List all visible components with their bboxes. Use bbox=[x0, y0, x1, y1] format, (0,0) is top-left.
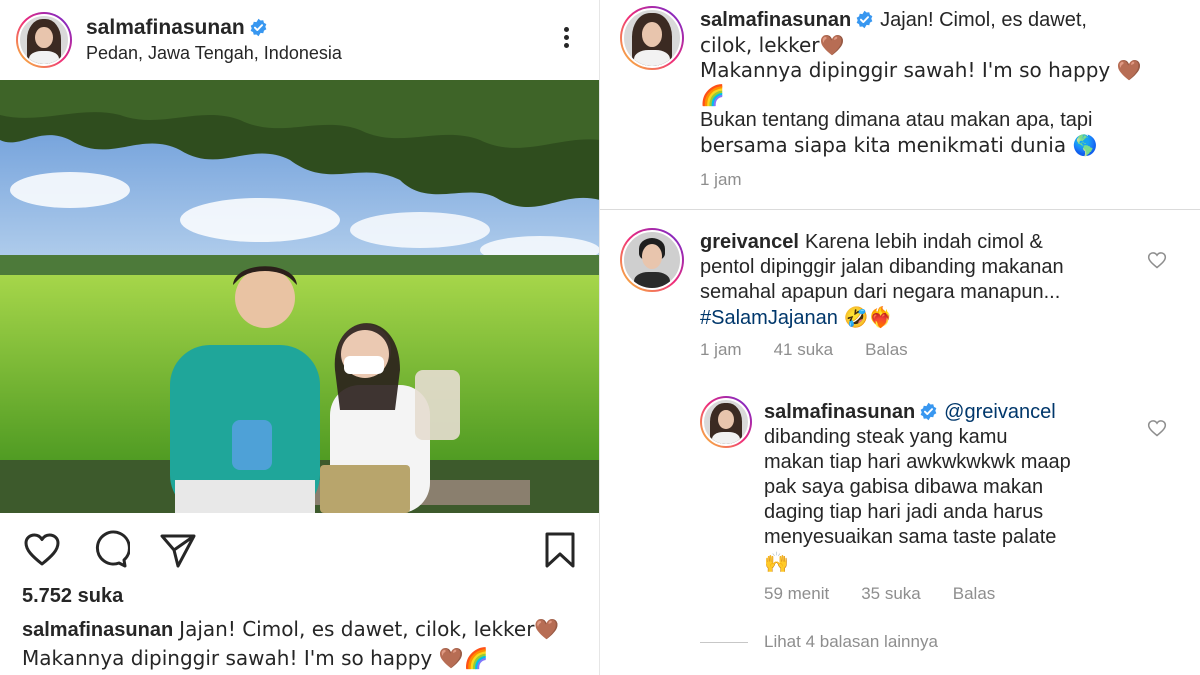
reply-comment: salmafinasunan @greivancel dibanding stea… bbox=[764, 400, 1134, 575]
greivancel-time[interactable]: 1 jam bbox=[700, 340, 742, 359]
owner-comment-line-6: bersama siapa kita menikmati dunia 🌎 bbox=[700, 133, 1098, 157]
reply-username[interactable]: salmafinasunan bbox=[764, 401, 915, 423]
greivancel-hashtag[interactable]: #SalamJajanan bbox=[700, 307, 838, 329]
post-header: salmafinasunan Pedan, Jawa Tengah, Indon… bbox=[16, 10, 584, 70]
post-photo[interactable] bbox=[0, 80, 600, 513]
post-actions bbox=[22, 530, 578, 570]
view-replies-label[interactable]: Lihat 4 balasan lainnya bbox=[764, 632, 938, 651]
greivancel-emojis: 🤣❤️‍🔥 bbox=[843, 305, 894, 329]
owner-comment: salmafinasunan Jajan! Cimol, es dawet, ci… bbox=[700, 8, 1180, 158]
like-comment-heart-icon[interactable] bbox=[1147, 250, 1167, 270]
owner-comment-line-2: cilok, lekker🤎 bbox=[700, 33, 845, 57]
owner-comment-meta: 1 jam bbox=[700, 170, 774, 190]
heart-icon[interactable] bbox=[22, 530, 62, 570]
caption-username[interactable]: salmafinasunan bbox=[22, 619, 173, 641]
post-location[interactable]: Pedan, Jawa Tengah, Indonesia bbox=[86, 43, 342, 64]
greivancel-avatar[interactable] bbox=[620, 228, 684, 292]
greivancel-username[interactable]: greivancel bbox=[700, 231, 799, 253]
owner-comment-line-5: Bukan tentang dimana atau makan apa, tap… bbox=[700, 109, 1093, 131]
likes-count[interactable]: 5.752 suka bbox=[22, 585, 123, 608]
owner-comment-line-3: Makannya dipinggir sawah! I'm so happy 🤎 bbox=[700, 58, 1142, 82]
reply-line-2: makan tiap hari awkwkwkwk maap bbox=[764, 451, 1071, 473]
owner-comment-username[interactable]: salmafinasunan bbox=[700, 9, 851, 31]
greivancel-line-3: semahal apapun dari negara manapun... bbox=[700, 281, 1061, 303]
like-reply-heart-icon[interactable] bbox=[1147, 418, 1167, 438]
share-icon[interactable] bbox=[158, 530, 198, 570]
verified-badge-icon bbox=[856, 10, 873, 29]
owner-avatar[interactable] bbox=[620, 6, 684, 70]
post-avatar[interactable] bbox=[16, 12, 72, 68]
verified-badge-icon bbox=[250, 18, 267, 37]
post-caption: salmafinasunan Jajan! Cimol, es dawet, ci… bbox=[22, 615, 582, 672]
reply-line-4: daging tiap hari jadi anda harus bbox=[764, 501, 1044, 523]
reply-line-3: pak saya gabisa dibawa makan bbox=[764, 476, 1044, 498]
reply-meta: 59 menit 35 suka Balas bbox=[764, 584, 1027, 604]
owner-comment-time[interactable]: 1 jam bbox=[700, 170, 742, 189]
comment-icon[interactable] bbox=[90, 530, 130, 570]
post-photo-image bbox=[0, 80, 600, 513]
greivancel-comment: greivancel Karena lebih indah cimol & pen… bbox=[700, 230, 1140, 331]
view-replies-line bbox=[700, 642, 748, 644]
reply-likes[interactable]: 35 suka bbox=[861, 584, 921, 603]
more-options-icon[interactable] bbox=[556, 24, 576, 56]
reply-line-1: dibanding steak yang kamu bbox=[764, 426, 1008, 448]
greivancel-reply-button[interactable]: Balas bbox=[865, 340, 908, 359]
greivancel-likes[interactable]: 41 suka bbox=[774, 340, 834, 359]
post-panel: salmafinasunan Pedan, Jawa Tengah, Indon… bbox=[0, 0, 600, 675]
owner-comment-line-4: 🌈 bbox=[700, 83, 725, 107]
post-username[interactable]: salmafinasunan bbox=[86, 16, 268, 40]
reply-line-6: 🙌 bbox=[764, 550, 789, 574]
reply-reply-button[interactable]: Balas bbox=[953, 584, 996, 603]
view-more-replies[interactable]: Lihat 4 balasan lainnya bbox=[700, 632, 938, 652]
greivancel-line-2: pentol dipinggir jalan dibanding makanan bbox=[700, 256, 1064, 278]
reply-mention[interactable]: @greivancel bbox=[944, 401, 1055, 423]
reply-time[interactable]: 59 menit bbox=[764, 584, 829, 603]
verified-badge-icon bbox=[920, 402, 937, 421]
reply-line-5: menyesuaikan sama taste palate bbox=[764, 526, 1057, 548]
post-username-text[interactable]: salmafinasunan bbox=[86, 16, 245, 39]
owner-comment-line-1: Jajan! Cimol, es dawet, bbox=[880, 9, 1087, 31]
greivancel-line-1: Karena lebih indah cimol & bbox=[804, 231, 1043, 253]
caption-line-1: Jajan! Cimol, es dawet, cilok, lekker🤎 bbox=[179, 617, 560, 641]
bookmark-icon[interactable] bbox=[540, 530, 580, 570]
reply-avatar[interactable] bbox=[700, 396, 752, 448]
greivancel-meta: 1 jam 41 suka Balas bbox=[700, 340, 940, 360]
comments-divider bbox=[600, 209, 1200, 210]
caption-line-2: Makannya dipinggir sawah! I'm so happy 🤎… bbox=[22, 646, 489, 670]
